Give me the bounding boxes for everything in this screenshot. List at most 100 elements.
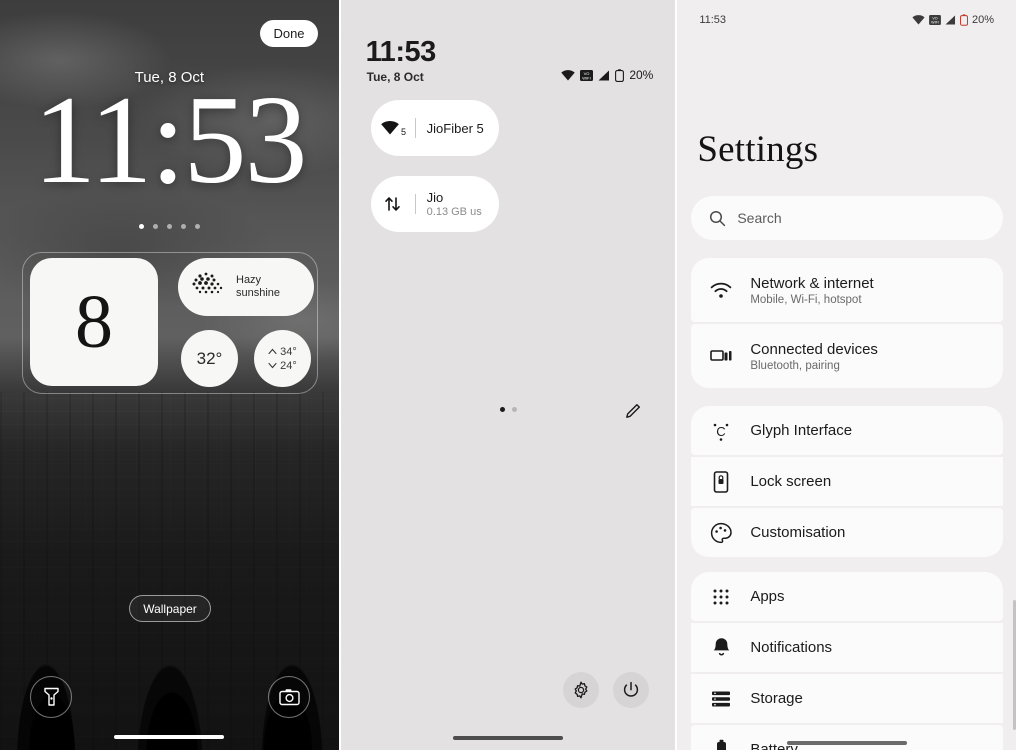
svg-text:C: C (717, 424, 726, 439)
item-label: Connected devices (750, 340, 878, 358)
settings-item-lock-screen[interactable]: Lock screen (691, 457, 1004, 506)
settings-status-icons: VO WIFI 20% (912, 14, 994, 26)
row-text: Glyph Interface (750, 422, 852, 440)
qs-battery-percent: 20% (629, 68, 654, 82)
qs-date: Tue, 8 Oct (366, 70, 424, 84)
wifi-icon (912, 15, 925, 25)
row-text: Network & internet Mobile, Wi-Fi, hotspo… (750, 275, 873, 306)
settings-battery-percent: 20% (971, 14, 994, 26)
home-indicator[interactable] (114, 735, 225, 739)
qs-power-button[interactable] (613, 672, 650, 708)
flashlight-shortcut[interactable] (30, 676, 72, 718)
chevron-down-icon (268, 362, 277, 369)
qs-status-bar: VO WIFI 20% (561, 68, 653, 82)
battery-icon (960, 14, 968, 26)
search-icon (710, 210, 726, 226)
power-icon (624, 681, 639, 697)
data-transfer-icon (371, 194, 415, 214)
battery-icon (615, 68, 625, 82)
wifi-5-icon: 5 (371, 119, 415, 138)
svg-text:WIFI: WIFI (583, 75, 591, 80)
chevron-up-icon (268, 348, 277, 355)
signal-icon (598, 70, 610, 80)
bell-icon (710, 637, 732, 658)
item-label: Notifications (750, 638, 833, 656)
weather-condition-widget[interactable]: Hazy sunshine (178, 258, 314, 316)
vowifi-icon: VOWIFI (929, 15, 941, 25)
row-text: Connected devices Bluetooth, pairing (750, 341, 878, 372)
qs-bottom-buttons (563, 672, 650, 708)
page-title: Settings (697, 129, 819, 170)
svg-text:5: 5 (401, 127, 406, 137)
palette-icon (710, 522, 733, 544)
wallpaper-button[interactable]: Wallpaper (129, 595, 211, 622)
current-temperature-widget[interactable]: 32° (181, 330, 238, 387)
settings-item-notifications[interactable]: Notifications (691, 623, 1004, 672)
qs-settings-button[interactable] (563, 672, 600, 708)
row-text: Customisation (750, 524, 845, 542)
settings-status-time: 11:53 (699, 14, 727, 26)
settings-item-battery[interactable]: Battery (691, 725, 1004, 750)
qs-edit-button[interactable] (625, 402, 642, 424)
qs-home-indicator[interactable] (453, 736, 563, 740)
camera-icon (278, 689, 300, 706)
wifi-icon (710, 282, 732, 299)
lock-screen-panel: Done Tue, 8 Oct 11:53 8 Hazy sunshine 32… (0, 0, 339, 750)
row-text: Lock screen (750, 473, 831, 491)
item-label: Customisation (750, 523, 846, 541)
gear-icon (574, 681, 588, 699)
wallpaper-arches (0, 600, 339, 750)
pencil-icon (626, 404, 641, 418)
item-label: Glyph Interface (750, 421, 853, 439)
item-label: Storage (750, 689, 803, 707)
glyph-c-icon: C (710, 420, 732, 442)
settings-item-network-internet[interactable]: Network & internet Mobile, Wi-Fi, hotspo… (691, 258, 1004, 322)
svg-text:WIFI: WIFI (931, 21, 939, 25)
vowifi-icon: VOWIFI (580, 69, 594, 81)
temperature-range-widget[interactable]: 34° 24° (254, 330, 311, 387)
quick-settings-panel: 11:53 Tue, 8 Oct VO WIFI 20% 5 JioFiber 5 (340, 0, 676, 750)
carrier-name: Jio (426, 190, 444, 205)
apps-grid-icon (710, 588, 732, 606)
three-panel-screenshot: Done Tue, 8 Oct 11:53 8 Hazy sunshine 32… (0, 0, 1016, 750)
settings-item-storage[interactable]: Storage (691, 674, 1004, 723)
data-tile-text: Jio 0.13 GB us (416, 190, 482, 218)
settings-group-apps: Apps Notifications Storage Battery (691, 572, 1004, 750)
row-text: Notifications (750, 639, 832, 657)
item-label: Lock screen (750, 472, 832, 490)
qs-clock[interactable]: 11:53 (366, 36, 437, 69)
weather-condition-text: Hazy sunshine (236, 274, 281, 299)
item-label: Network & internet (750, 274, 874, 292)
signal-icon (945, 15, 956, 25)
settings-panel: 11:53 VO WIFI 20% Settings Search Networ… (677, 0, 1016, 750)
search-placeholder: Search (737, 210, 782, 226)
connected-devices-icon (710, 348, 732, 365)
wifi-network-name: JioFiber 5 (426, 120, 484, 136)
battery-icon (710, 739, 732, 750)
data-usage: 0.13 GB us (426, 206, 482, 218)
item-label: Apps (750, 587, 785, 605)
settings-item-glyph-interface[interactable]: C Glyph Interface (691, 406, 1004, 455)
lock-screen-icon (710, 470, 732, 493)
calendar-widget[interactable]: 8 (30, 258, 158, 386)
lock-clock: 11:53 (33, 71, 307, 210)
item-sublabel: Bluetooth, pairing (750, 359, 840, 372)
search-input[interactable]: Search (691, 196, 1004, 240)
item-sublabel: Mobile, Wi-Fi, hotspot (750, 293, 862, 306)
row-text: Storage (750, 690, 803, 708)
camera-shortcut[interactable] (268, 676, 310, 718)
settings-home-indicator[interactable] (786, 741, 907, 745)
flashlight-icon (43, 687, 59, 706)
row-text: Apps (750, 588, 784, 606)
settings-item-connected-devices[interactable]: Connected devices Bluetooth, pairing (691, 324, 1004, 388)
settings-item-customisation[interactable]: Customisation (691, 508, 1004, 557)
qs-tile-mobile-data[interactable]: Jio 0.13 GB us (370, 176, 499, 232)
lock-page-indicator[interactable] (0, 224, 339, 229)
settings-item-apps[interactable]: Apps (691, 572, 1004, 621)
settings-status-bar: 11:53 VO WIFI 20% (677, 14, 1016, 26)
storage-icon (710, 690, 732, 708)
wifi-tile-text: JioFiber 5 (416, 121, 484, 136)
qs-tile-wifi[interactable]: 5 JioFiber 5 (370, 100, 499, 156)
hazy-sunshine-icon (188, 269, 228, 306)
done-button[interactable]: Done (260, 20, 318, 47)
